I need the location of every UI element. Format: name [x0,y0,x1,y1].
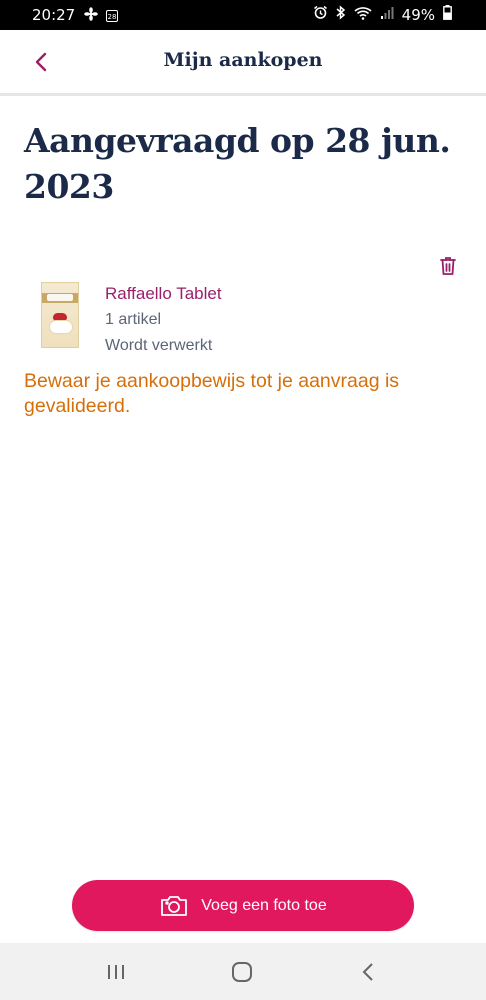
system-back-button[interactable] [357,960,381,984]
delete-button[interactable] [437,255,459,277]
status-left-icons: 28 [84,7,118,25]
status-right-icons: 49% [313,5,452,24]
product-quantity: 1 artikel [105,311,162,328]
alarm-icon [313,5,328,24]
bluetooth-icon [336,5,346,24]
recent-apps-icon [108,965,124,979]
camera-icon [161,895,188,916]
app-header: Mijn aankopen [0,30,486,96]
page-title: Mijn aankopen [163,49,323,71]
status-bar: 20:27 28 49% [0,0,486,30]
add-photo-button[interactable]: Voeg een foto toe [72,880,414,931]
status-time: 20:27 [32,6,76,24]
product-status: Wordt verwerkt [105,337,213,354]
request-heading: Aangevraagd op 28 jun. 2023 [24,121,451,206]
battery-icon [443,5,452,24]
signal-icon [380,6,394,24]
calendar-icon: 28 [106,10,118,22]
trash-icon [440,257,456,275]
recent-apps-button[interactable] [104,960,128,984]
product-name[interactable]: Raffaello Tablet [105,284,222,304]
wifi-icon [354,6,372,24]
fan-icon [84,7,98,25]
system-nav-bar [0,943,486,1000]
back-arrow-icon [362,963,373,981]
product-image [41,282,79,348]
home-icon [232,962,252,982]
battery-percentage: 49% [401,5,435,24]
home-button[interactable] [230,960,254,984]
receipt-notice: Bewaar je aankoopbewijs tot je aanvraag … [24,370,400,417]
add-photo-label: Voeg een foto toe [201,896,327,914]
